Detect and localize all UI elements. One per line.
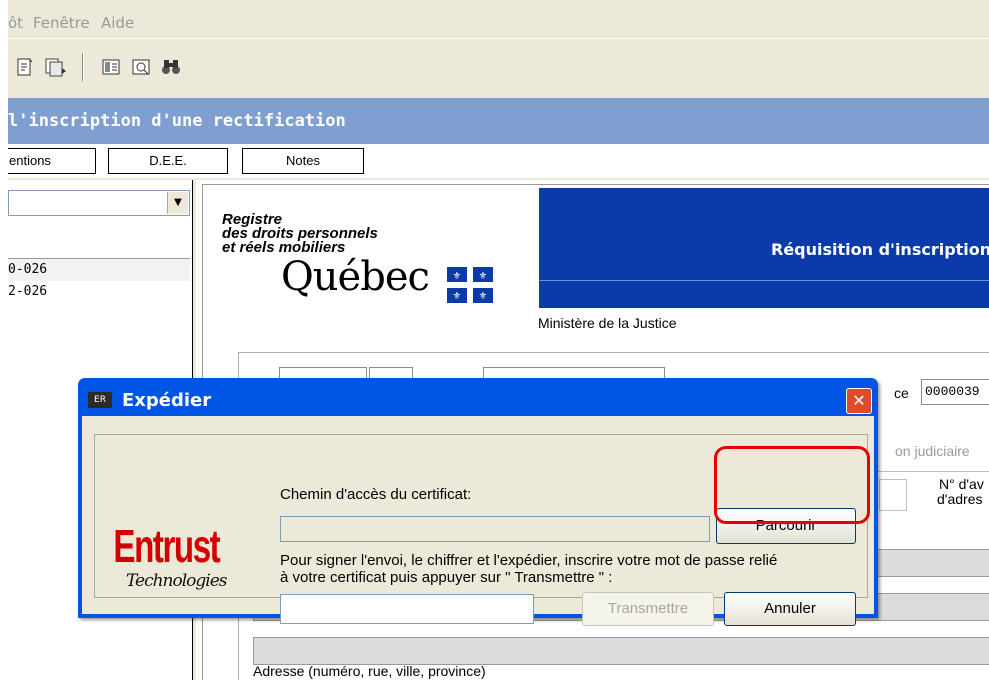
- form-icon[interactable]: [100, 56, 122, 78]
- header-banner: Réquisition d'inscription: [539, 188, 989, 308]
- cancel-button[interactable]: Annuler: [724, 592, 856, 626]
- quebec-flag-icon: ⚜ ⚜ ⚜ ⚜: [447, 267, 493, 303]
- instruction-line-1: Pour signer l'envoi, le chiffrer et l'ex…: [280, 552, 778, 569]
- view-icon[interactable]: [130, 56, 152, 78]
- menu-bar: ôt Fenêtre Aide: [8, 0, 989, 38]
- address-label: Adresse (numéro, rue, ville, province): [253, 663, 486, 679]
- tab-strip: entions D.E.E. Notes: [8, 144, 989, 178]
- reference-label: ce: [894, 385, 909, 401]
- password-field[interactable]: [280, 594, 534, 624]
- highlight-annotation: [714, 446, 870, 524]
- new-document-icon[interactable]: [14, 56, 36, 78]
- svg-text:Entrust: Entrust: [113, 522, 220, 572]
- send-button[interactable]: Transmettre: [582, 592, 714, 626]
- certificate-path-field[interactable]: [280, 516, 710, 542]
- svg-text:⚜: ⚜: [479, 291, 488, 302]
- chevron-down-icon[interactable]: ▼: [167, 192, 188, 214]
- filter-select[interactable]: ▼: [8, 190, 190, 216]
- quebec-wordmark: Québec: [281, 254, 430, 300]
- avis-number-label-1: N° d'av: [939, 476, 984, 492]
- toolbar-separator: [82, 53, 84, 81]
- tab-mentions[interactable]: entions: [8, 148, 96, 174]
- svg-text:⚜: ⚜: [453, 291, 462, 302]
- list-item[interactable]: 0-026: [8, 262, 47, 277]
- print-preview-icon[interactable]: [44, 56, 66, 78]
- tab-dee[interactable]: D.E.E.: [108, 148, 228, 174]
- entrust-app-icon: ER: [88, 392, 112, 408]
- dialog-title: Expédier: [122, 390, 212, 411]
- menu-item-fenetre[interactable]: Fenêtre: [33, 14, 90, 32]
- form-title: l'inscription d'une rectification: [8, 111, 346, 131]
- menu-item-aide[interactable]: Aide: [101, 14, 134, 32]
- address-field[interactable]: [253, 637, 989, 665]
- svg-text:Technologies: Technologies: [126, 571, 228, 591]
- form-field[interactable]: [879, 479, 907, 511]
- avis-number-label-2: d'adres: [937, 491, 983, 507]
- instruction-line-2: à votre certificat puis appuyer sur " Tr…: [280, 569, 613, 586]
- form-title-bar: l'inscription d'une rectification: [8, 98, 989, 144]
- entrust-logo: Entrust Technologies: [112, 512, 242, 594]
- close-icon[interactable]: ✕: [846, 388, 872, 414]
- divider: [869, 471, 989, 472]
- menu-item-partial[interactable]: ôt: [8, 14, 23, 32]
- list-item[interactable]: 2-026: [8, 284, 47, 299]
- banner-rule: [539, 280, 989, 281]
- svg-text:⚜: ⚜: [453, 271, 462, 282]
- ministere-label: Ministère de la Justice: [538, 315, 677, 331]
- tab-notes[interactable]: Notes: [242, 148, 364, 174]
- banner-title: Réquisition d'inscription: [771, 240, 989, 259]
- reference-field[interactable]: 0000039: [921, 379, 989, 405]
- registry-line-3: et réels mobiliers: [222, 239, 346, 256]
- judiciaire-label: on judiciaire: [895, 443, 970, 459]
- toolbar: [8, 38, 989, 99]
- certificate-path-label: Chemin d'accès du certificat:: [280, 486, 472, 503]
- svg-text:⚜: ⚜: [479, 271, 488, 282]
- binoculars-icon[interactable]: [160, 56, 182, 78]
